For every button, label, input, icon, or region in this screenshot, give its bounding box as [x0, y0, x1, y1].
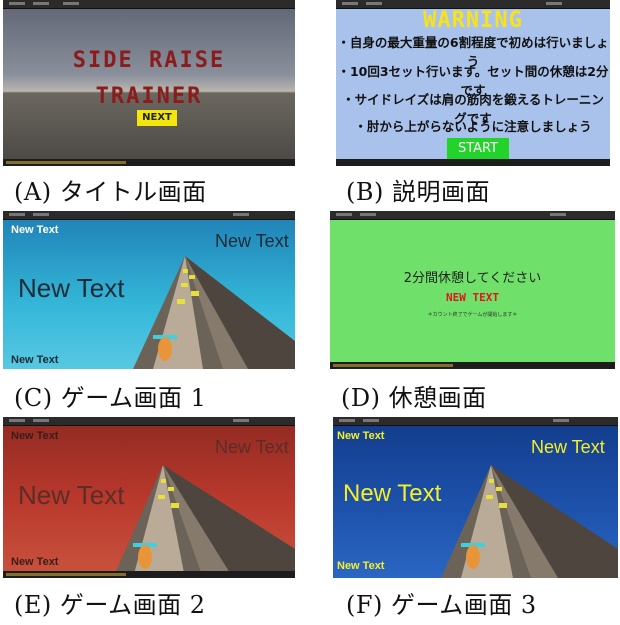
caption-a: (A) タイトル画面	[14, 178, 207, 206]
game-screen-1-screenshot: New Text New Text New Text New Text	[3, 211, 295, 369]
editor-status-bar	[336, 159, 610, 166]
editor-toolbar	[3, 0, 295, 9]
next-button[interactable]: NEXT	[137, 110, 177, 126]
caption-c: (C) ゲーム画面 1	[14, 384, 207, 412]
game-screen-2-screenshot: New Text New Text New Text New Text	[3, 417, 295, 578]
rest-message: 2分間休憩してください	[403, 271, 542, 286]
text-top-left: New Text	[337, 430, 385, 442]
text-top-left: New Text	[11, 430, 59, 442]
text-bottom-left: New Text	[11, 354, 59, 366]
text-bottom-left: New Text	[337, 560, 385, 572]
title-line-1: SIDE RAISE	[72, 48, 226, 73]
instructions-screen-screenshot: WARNING ・自身の最大重量の6割程度で初めは行いましょう ・10回3セット…	[336, 0, 610, 166]
start-button[interactable]: START	[447, 138, 509, 160]
text-top-right: New Text	[215, 231, 289, 251]
editor-status-bar	[3, 159, 295, 166]
text-bottom-left: New Text	[11, 556, 59, 568]
text-center: New Text	[343, 480, 442, 507]
title-line-2: TRAINER	[95, 84, 203, 109]
caption-f: (F) ゲーム画面 3	[346, 591, 537, 619]
instruction-line-4: ・肘から上がらないように注意しましょう	[354, 119, 592, 134]
rest-screen-screenshot: 2分間休憩してください NEW TEXT ＊カウント終了でゲームが開始します＊	[330, 211, 615, 369]
text-top-right: New Text	[531, 437, 605, 457]
text-center: New Text	[18, 480, 125, 510]
countdown-text: NEW TEXT	[446, 291, 499, 304]
editor-toolbar	[330, 211, 615, 220]
caption-e: (E) ゲーム画面 2	[14, 591, 206, 619]
warning-title: WARNING	[423, 8, 523, 33]
caption-b: (B) 説明画面	[346, 178, 490, 206]
text-top-left: New Text	[11, 224, 59, 236]
text-center: New Text	[18, 273, 125, 303]
text-top-right: New Text	[215, 437, 289, 457]
game-screen-3-screenshot: New Text New Text New Text New Text	[333, 417, 618, 578]
rest-note: ＊カウント終了でゲームが開始します＊	[427, 312, 518, 318]
editor-status-bar	[3, 571, 295, 578]
title-screen-screenshot: SIDE RAISE TRAINER NEXT	[3, 0, 295, 166]
editor-status-bar	[330, 362, 615, 369]
caption-d: (D) 休憩画面	[341, 384, 487, 412]
